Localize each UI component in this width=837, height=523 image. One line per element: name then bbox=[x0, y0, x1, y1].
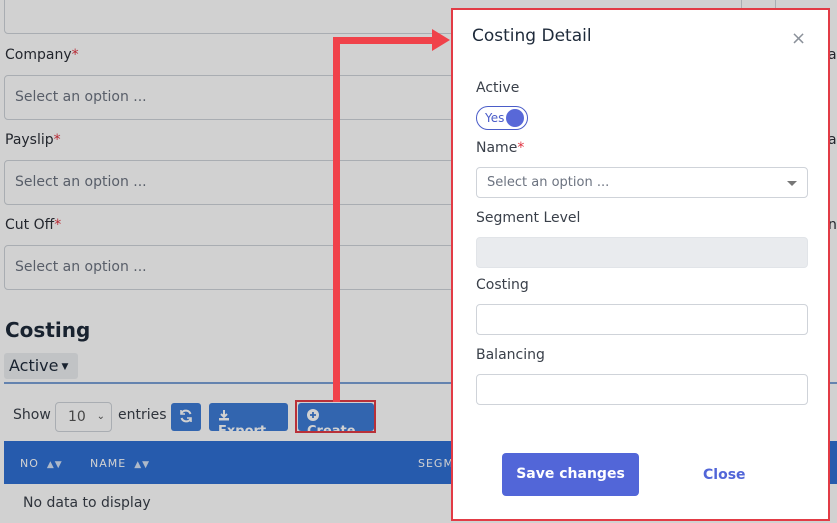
active-label: Active bbox=[476, 80, 520, 96]
toggle-knob bbox=[506, 109, 524, 127]
toggle-text: Yes bbox=[485, 111, 505, 125]
close-button[interactable]: Close bbox=[703, 467, 746, 483]
active-toggle[interactable]: Yes bbox=[476, 106, 528, 130]
segment-level-label: Segment Level bbox=[476, 210, 581, 226]
name-label: Name* bbox=[476, 140, 525, 156]
name-select[interactable]: Select an option ... bbox=[476, 167, 808, 198]
balancing-input[interactable] bbox=[476, 374, 808, 405]
balancing-label: Balancing bbox=[476, 347, 545, 363]
annotation-arrow-horizontal bbox=[333, 37, 437, 44]
costing-input[interactable] bbox=[476, 304, 808, 335]
costing-label: Costing bbox=[476, 277, 529, 293]
costing-detail-modal: Costing Detail × Active Yes Name* Select… bbox=[451, 8, 830, 521]
close-icon[interactable]: × bbox=[791, 28, 806, 49]
modal-title: Costing Detail bbox=[472, 26, 592, 46]
annotation-arrow-vertical bbox=[333, 38, 340, 402]
name-select-placeholder: Select an option ... bbox=[487, 175, 610, 190]
dropdown-arrow-icon bbox=[787, 181, 797, 186]
segment-level-field bbox=[476, 237, 808, 268]
arrow-right-icon bbox=[432, 29, 450, 51]
save-changes-button[interactable]: Save changes bbox=[502, 453, 639, 496]
